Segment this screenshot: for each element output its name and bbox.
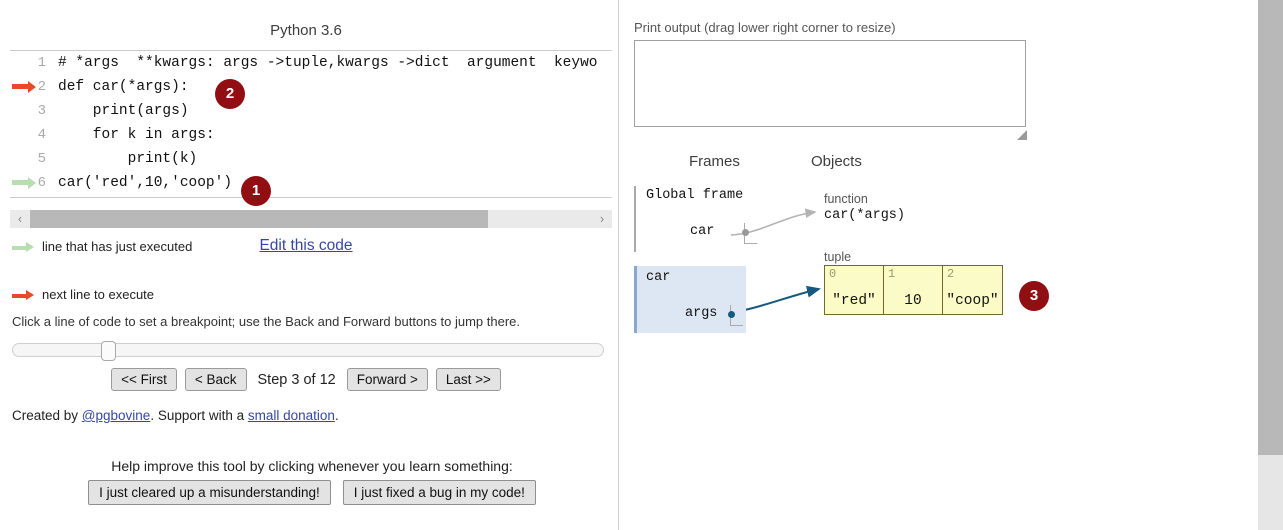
author-link[interactable]: @pgbovine <box>82 408 151 423</box>
code-line-3[interactable]: 3 print(args) <box>10 99 612 123</box>
credits-middle: . Support with a <box>150 408 248 423</box>
tuple-cells-container: 0 "red" 1 10 2 "coop" <box>824 265 1003 315</box>
tuple-cell-value: "coop" <box>946 293 999 309</box>
tuple-cell: 2 "coop" <box>943 266 1002 314</box>
tuple-cell-index: 0 <box>829 267 837 281</box>
line-source-text: print(k) <box>58 151 198 167</box>
donation-link[interactable]: small donation <box>248 408 335 423</box>
cleared-misunderstanding-button[interactable]: I just cleared up a misunderstanding! <box>88 480 331 505</box>
tuple-cell-index: 1 <box>888 267 896 281</box>
page-scrollbar[interactable] <box>1258 0 1283 530</box>
tuple-object: tuple 0 "red" 1 10 2 "coop" <box>824 249 1003 315</box>
help-prompt-text: Help improve this tool by clicking whene… <box>111 458 513 474</box>
line-source-text: for k in args: <box>58 127 215 143</box>
first-step-button[interactable]: << First <box>111 368 177 391</box>
car-frame: car args <box>634 266 746 333</box>
legend-next-label: next line to execute <box>42 287 155 302</box>
step-badge-2: 2 <box>215 79 245 109</box>
code-editor[interactable]: 1 # *args **kwargs: args ->tuple,kwargs -… <box>10 50 612 198</box>
tuple-cell-index: 2 <box>947 267 955 281</box>
step-badge-1: 1 <box>241 176 271 206</box>
tuple-cell: 0 "red" <box>825 266 884 314</box>
function-object-type: function <box>824 192 868 206</box>
line-number: 1 <box>37 55 46 71</box>
code-line-5[interactable]: 5 print(k) <box>10 147 612 171</box>
global-frame-title: Global frame <box>646 188 744 203</box>
code-line-6[interactable]: 6 car('red',10,'coop') <box>10 171 612 195</box>
arrow-glyph <box>12 176 36 189</box>
car-frame-title: car <box>646 270 671 285</box>
code-lines-container[interactable]: 1 # *args **kwargs: args ->tuple,kwargs -… <box>10 51 612 195</box>
global-car-pointer-dot <box>742 229 749 236</box>
frames-header: Frames <box>689 153 740 170</box>
step-slider-handle[interactable] <box>101 341 116 361</box>
scrollbar-track[interactable] <box>30 210 592 228</box>
function-object-value: car(*args) <box>824 208 906 223</box>
green-arrow-icon <box>12 242 38 253</box>
scroll-right-icon[interactable]: › <box>592 210 612 228</box>
edit-this-code-link[interactable]: Edit this code <box>259 237 352 254</box>
code-horizontal-scrollbar[interactable]: ‹ › <box>10 210 612 228</box>
help-buttons-container: I just cleared up a misunderstanding! I … <box>0 480 624 505</box>
tuple-cell-value: "red" <box>832 293 876 309</box>
tuple-cell: 1 10 <box>884 266 943 314</box>
global-frame: Global frame car <box>634 186 760 252</box>
credits-line: Created by @pgbovine. Support with a sma… <box>12 408 339 423</box>
car-args-pointer-dot <box>728 311 735 318</box>
page-scrollbar-thumb[interactable] <box>1258 0 1283 455</box>
line-source-text: car('red',10,'coop') <box>58 175 233 191</box>
credits-suffix: . <box>334 408 339 423</box>
back-step-button[interactable]: < Back <box>184 368 247 391</box>
step-badge-3: 3 <box>1019 281 1049 311</box>
scroll-left-icon[interactable]: ‹ <box>10 210 30 228</box>
function-object: function car(*args) <box>824 192 905 225</box>
arrow-glyph <box>12 80 36 93</box>
scrollbar-thumb[interactable] <box>30 210 489 228</box>
code-line-1[interactable]: 1 # *args **kwargs: args ->tuple,kwargs -… <box>10 51 612 75</box>
line-source-text: # *args **kwargs: args ->tuple,kwargs ->… <box>58 55 598 71</box>
line-source-text: print(args) <box>58 103 189 119</box>
python-version-title: Python 3.6 <box>270 22 342 39</box>
last-step-button[interactable]: Last >> <box>435 368 501 391</box>
tuple-object-type: tuple <box>824 250 852 264</box>
breakpoint-hint-text: Click a line of code to set a breakpoint… <box>12 314 521 329</box>
executed-line-arrow-icon <box>9 171 36 195</box>
objects-header: Objects <box>811 153 862 170</box>
red-arrow-icon <box>12 290 38 301</box>
line-number: 3 <box>37 103 46 119</box>
visualization-pane: Print output (drag lower right corner to… <box>619 0 1283 530</box>
line-number: 5 <box>37 151 46 167</box>
legend-executed-label: line that has just executed <box>42 239 193 254</box>
step-slider[interactable] <box>12 341 604 361</box>
fixed-bug-button[interactable]: I just fixed a bug in my code! <box>342 480 536 505</box>
legend-executed-line: line that has just executed <box>12 238 192 256</box>
line-number: 4 <box>37 127 46 143</box>
step-counter-label: Step 3 of 12 <box>257 371 336 388</box>
code-pane: Python 3.6 1 # *args **kwargs: args ->tup… <box>0 0 618 530</box>
global-var-car: car <box>690 224 715 239</box>
tuple-cell-value: 10 <box>904 293 922 309</box>
car-var-args: args <box>685 306 718 321</box>
resize-handle-icon[interactable] <box>1017 130 1027 140</box>
code-bottom-divider <box>10 197 612 198</box>
legend-next-line: next line to execute <box>12 286 154 304</box>
print-output-label: Print output (drag lower right corner to… <box>634 20 896 35</box>
line-source-text: def car(*args): <box>58 79 189 95</box>
code-line-4[interactable]: 4 for k in args: <box>10 123 612 147</box>
next-line-arrow-icon <box>9 75 36 99</box>
code-line-2[interactable]: 2 def car(*args): <box>10 75 612 99</box>
forward-step-button[interactable]: Forward > <box>346 368 428 391</box>
credits-prefix: Created by <box>12 408 82 423</box>
step-controls: << First < Back Step 3 of 12 Forward > L… <box>0 368 612 391</box>
print-output-box[interactable] <box>634 40 1026 127</box>
